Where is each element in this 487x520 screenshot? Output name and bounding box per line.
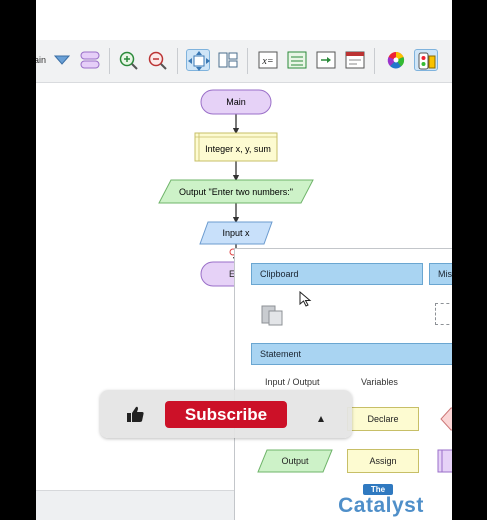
color-wheel-icon[interactable] [384, 49, 408, 71]
dropdown-arrow-icon[interactable] [50, 49, 74, 71]
palette-output-label: Output [281, 456, 309, 466]
flowchart-editor-window: ain x= Main Integer x, y, sum Output "En… [36, 0, 452, 520]
toolbar-separator [109, 48, 110, 74]
paste-icon[interactable] [260, 301, 286, 327]
palette-section-statement[interactable]: Statement [251, 343, 452, 365]
bell-icon[interactable] [317, 410, 325, 422]
palette-output-shape[interactable]: Output [257, 449, 333, 473]
subchart-icon[interactable] [78, 49, 102, 71]
zoom-in-icon[interactable] [116, 49, 140, 71]
palette-module-shape[interactable] [437, 449, 452, 473]
palette-call-shape[interactable] [439, 407, 452, 431]
svg-text:x=: x= [261, 56, 273, 67]
declare-block-label: Integer x, y, sum [205, 144, 271, 154]
palette-assign-shape[interactable]: Assign [347, 449, 419, 473]
input-block[interactable]: Input x [199, 221, 273, 245]
input-block-label: Input x [222, 228, 250, 238]
palette-declare-shape[interactable]: Declare [347, 407, 419, 431]
toolbar-separator [374, 48, 375, 74]
watermark-logo-main: Catalyst [338, 494, 424, 517]
toolbar: ain x= [36, 40, 452, 83]
chart-select-value[interactable]: ain [36, 55, 46, 65]
title-area [36, 0, 452, 40]
declare-block[interactable]: Integer x, y, sum [194, 132, 278, 162]
output-icon[interactable] [314, 49, 338, 71]
palette-section-clipboard[interactable]: Clipboard [251, 263, 423, 285]
column-label-input-output: Input / Output [265, 377, 320, 387]
palette-section-misc[interactable]: Misc [429, 263, 452, 285]
layout-icon[interactable] [216, 49, 240, 71]
start-terminal[interactable]: Main [200, 89, 272, 115]
mouse-cursor-icon [299, 290, 313, 307]
shape-palette-panel: Clipboard Misc Statement Input / Output … [234, 248, 452, 520]
column-label-variables: Variables [361, 377, 398, 387]
pan-move-icon[interactable] [186, 49, 210, 71]
output-block-label: Output "Enter two numbers:" [179, 187, 293, 197]
run-settings-icon[interactable] [414, 49, 438, 71]
start-terminal-label: Main [226, 97, 246, 107]
misc-comment-shape[interactable] [435, 303, 452, 325]
output-block[interactable]: Output "Enter two numbers:" [158, 179, 314, 204]
subscribe-button[interactable]: Subscribe [165, 401, 287, 428]
status-bar [36, 490, 234, 520]
variables-x-icon[interactable]: x= [256, 49, 280, 71]
zoom-out-icon[interactable] [145, 49, 169, 71]
toolbar-separator [247, 48, 248, 74]
console-icon[interactable] [343, 49, 367, 71]
like-thumb-icon[interactable] [125, 404, 145, 424]
statement-icon[interactable] [285, 49, 309, 71]
toolbar-separator [177, 48, 178, 74]
